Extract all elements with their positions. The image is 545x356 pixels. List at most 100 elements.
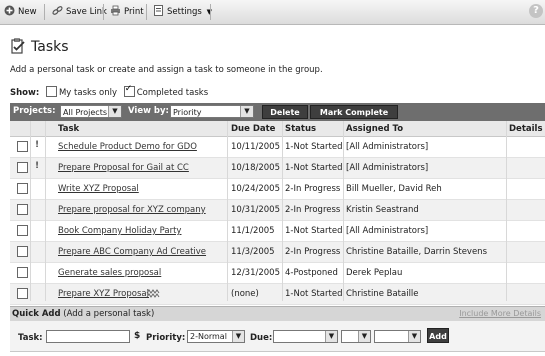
dropdown-arrow-icon: ▼ — [240, 106, 253, 117]
task-name-input[interactable] — [46, 330, 130, 343]
my-tasks-checkbox[interactable] — [45, 86, 57, 97]
quick-add-subtitle: (Add a personal task) — [63, 309, 155, 319]
new-button[interactable]: New — [4, 4, 37, 20]
task-clipboard-icon — [11, 38, 25, 54]
task-status: 2-In Progress — [285, 184, 341, 194]
assigned-to: [All Administrators] — [346, 226, 429, 236]
settings-button[interactable]: Settings ▼ — [153, 4, 212, 20]
include-more-details-link[interactable]: Include More Details — [459, 309, 541, 318]
task-status: 4-Postponed — [285, 268, 338, 278]
row-select-checkbox[interactable] — [17, 183, 28, 194]
printer-icon — [111, 5, 120, 16]
row-select-checkbox[interactable] — [17, 267, 28, 278]
table-row: Generate sales proposal 12/31/2005 4-Pos… — [10, 263, 545, 284]
task-status: 2-In Progress — [285, 247, 341, 257]
completed-tasks-checkbox[interactable] — [123, 84, 135, 97]
assigned-to: Derek Peplau — [346, 268, 403, 278]
page-title: Tasks — [31, 39, 69, 55]
print-label: Print — [124, 7, 144, 17]
dropdown-arrow-icon: ▼ — [325, 331, 337, 342]
plus-circle-icon — [4, 5, 15, 16]
projects-label: Projects: — [13, 106, 56, 116]
task-link[interactable]: Book Company Holiday Party — [58, 226, 181, 236]
column-header-details[interactable]: Details — [509, 124, 543, 134]
row-select-checkbox[interactable] — [17, 162, 28, 173]
column-divider — [343, 121, 344, 301]
show-label: Show: — [10, 88, 40, 98]
column-header-assigned-to[interactable]: Assigned To — [346, 124, 403, 134]
row-select-checkbox[interactable] — [17, 288, 28, 299]
task-field-label: Task: — [18, 333, 43, 343]
due-date: 11/1/2005 — [231, 226, 275, 236]
settings-label: Settings — [167, 7, 202, 17]
due-date: 12/31/2005 — [231, 268, 280, 278]
my-tasks-label: My tasks only — [58, 88, 118, 98]
toolbar-divider — [210, 4, 211, 20]
table-header: Task Due Date Status Assigned To Details — [10, 121, 545, 137]
dropdown-arrow-icon: ▼ — [232, 331, 244, 342]
delete-button[interactable]: Delete — [262, 105, 308, 119]
save-link-button[interactable]: Save Link — [52, 4, 107, 20]
column-header-task[interactable]: Task — [58, 124, 79, 134]
page-intro: Add a personal task or create and assign… — [10, 65, 323, 75]
task-link[interactable]: Schedule Product Demo for GDO — [58, 142, 197, 152]
mark-complete-button[interactable]: Mark Complete — [310, 105, 398, 119]
task-link[interactable]: Prepare ABC Company Ad Creative — [58, 247, 206, 257]
column-header-due-date[interactable]: Due Date — [231, 124, 275, 134]
save-link-label: Save Link — [66, 7, 107, 17]
settings-document-icon — [154, 5, 163, 16]
table-row: Prepare XYZ Proposal (none) 1-Not Starte… — [10, 284, 545, 305]
due-date: 10/24/2005 — [231, 184, 280, 194]
task-link[interactable]: Prepare XYZ Proposal — [58, 289, 149, 299]
toolbar-divider — [103, 4, 104, 20]
new-label: New — [18, 7, 37, 17]
assigned-to: [All Administrators] — [346, 142, 429, 152]
table-row: Prepare ABC Company Ad Creative 11/3/200… — [10, 242, 545, 263]
task-status: 2-In Progress — [285, 205, 341, 215]
assigned-to: Christine Bataille — [346, 289, 419, 299]
task-link[interactable]: Prepare proposal for XYZ company — [58, 205, 206, 215]
print-button[interactable]: Print — [110, 4, 144, 20]
priority-field-label: Priority: — [146, 333, 186, 343]
due-year-select[interactable]: ▼ — [374, 330, 421, 343]
due-field-label: Due: — [250, 333, 273, 343]
row-select-checkbox[interactable] — [17, 225, 28, 236]
task-status: 1-Not Started — [285, 142, 343, 152]
column-header-status[interactable]: Status — [285, 124, 316, 134]
column-divider — [506, 121, 507, 301]
help-icon[interactable]: ? — [529, 4, 543, 18]
row-select-checkbox[interactable] — [17, 246, 28, 257]
priority-value: 2-Normal — [190, 332, 227, 341]
dropdown-arrow-icon: ▼ — [408, 331, 420, 342]
table-row: Book Company Holiday Party 11/1/2005 1-N… — [10, 221, 545, 242]
quick-add-header: Quick Add (Add a personal task) Include … — [10, 306, 545, 321]
due-day-select[interactable]: ▼ — [341, 330, 371, 343]
link-icon — [52, 6, 63, 15]
toolbar-divider — [44, 4, 45, 20]
priority-indicator: ! — [35, 161, 40, 171]
row-select-checkbox[interactable] — [17, 141, 28, 152]
projects-select[interactable]: All Projects ▼ — [60, 105, 122, 118]
column-divider — [30, 121, 31, 301]
task-link[interactable]: Write XYZ Proposal — [58, 184, 139, 194]
view-by-select[interactable]: Priority ▼ — [170, 105, 254, 118]
spellcheck-icon[interactable]: $ — [134, 331, 140, 341]
row-select-checkbox[interactable] — [17, 204, 28, 215]
column-divider — [45, 121, 46, 301]
dropdown-arrow-icon: ▼ — [108, 106, 121, 117]
task-link[interactable]: Prepare Proposal for Gail at CC — [58, 163, 189, 173]
view-by-label: View by: — [128, 106, 169, 116]
task-link[interactable]: Generate sales proposal — [58, 268, 161, 278]
table-row: Prepare proposal for XYZ company 10/31/2… — [10, 200, 545, 221]
priority-select[interactable]: 2-Normal ▼ — [187, 330, 245, 343]
due-date: 11/3/2005 — [231, 247, 275, 257]
task-status: 1-Not Started — [285, 226, 343, 236]
table-row: ! Prepare Proposal for Gail at CC 10/18/… — [10, 158, 545, 179]
show-filters: Show: My tasks only Completed tasks — [10, 84, 208, 98]
priority-indicator: ! — [35, 140, 40, 150]
add-task-button[interactable]: Add — [427, 328, 449, 343]
assigned-to: Christine Bataille, Darrin Stevens — [346, 247, 487, 257]
due-month-select[interactable]: ▼ — [273, 330, 338, 343]
recurring-task-icon — [146, 289, 160, 298]
quick-add-form: Task: $ Priority: 2-Normal ▼ Due: ▼ ▼ ▼ … — [10, 321, 545, 352]
